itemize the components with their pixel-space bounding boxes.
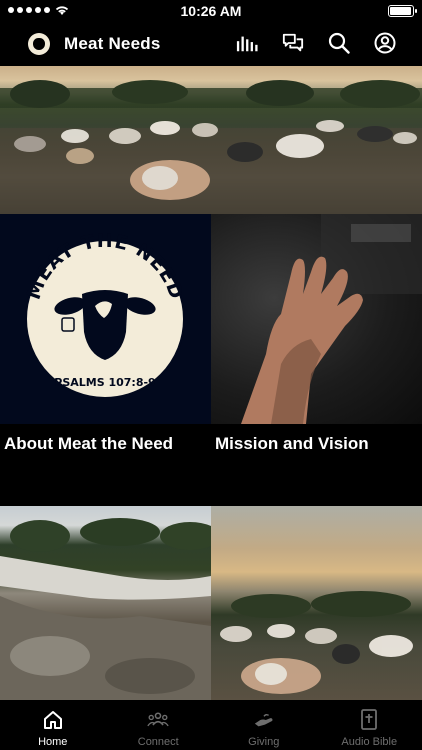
muddy-ground-illustration [0,518,211,700]
cattle-tile[interactable] [211,506,422,700]
app-logo[interactable] [28,33,50,55]
mission-tile[interactable] [211,214,422,424]
tab-audio-bible-label: Audio Bible [341,736,398,748]
chat-icon[interactable] [282,32,304,54]
stats-icon[interactable] [236,32,258,54]
tab-connect-label: Connect [137,736,179,748]
wifi-icon [55,6,69,15]
signal-indicator [8,4,70,16]
tab-giving[interactable]: Giving [211,700,317,750]
search-icon[interactable] [328,32,350,54]
about-tile-label[interactable]: About Meat the Need [4,434,173,454]
header-actions [236,32,396,54]
tile-labels: About Meat the Need Mission and Vision [0,424,422,506]
tab-audio-bible[interactable]: Audio Bible [317,700,422,750]
giving-hand-icon [253,709,275,731]
about-tile[interactable]: MEAT THE NEED PSALMS 107:8-9 [0,214,211,424]
app-title: Meat Needs [64,34,161,53]
battery-icon [388,5,417,17]
people-icon [147,709,169,731]
cattle-herd-illustration [0,80,422,214]
hero-image[interactable] [0,66,422,214]
tab-giving-label: Giving [248,736,280,748]
tab-home[interactable]: Home [0,700,106,750]
mud-tile[interactable] [0,506,211,700]
home-icon [42,709,64,731]
battery-level [390,7,411,15]
cow-head-icon [33,38,45,50]
status-bar: 10:26 AM [0,0,422,22]
mission-tile-label[interactable]: Mission and Vision [215,434,369,454]
tab-bar: Home Connect Giving Audio Bible [0,700,422,750]
logo-verse: PSALMS 107:8-9 [54,376,155,389]
profile-icon[interactable] [374,32,396,54]
signal-dots-icon [8,7,50,13]
meat-the-need-logo: MEAT THE NEED PSALMS 107:8-9 [23,230,186,399]
bible-icon [358,709,380,731]
tab-connect[interactable]: Connect [106,700,212,750]
status-time: 10:26 AM [180,3,242,19]
cattle-dusk-illustration [220,591,413,694]
app-header: Meat Needs [0,22,422,66]
tab-home-label: Home [38,736,68,748]
open-hand-illustration [241,214,422,424]
